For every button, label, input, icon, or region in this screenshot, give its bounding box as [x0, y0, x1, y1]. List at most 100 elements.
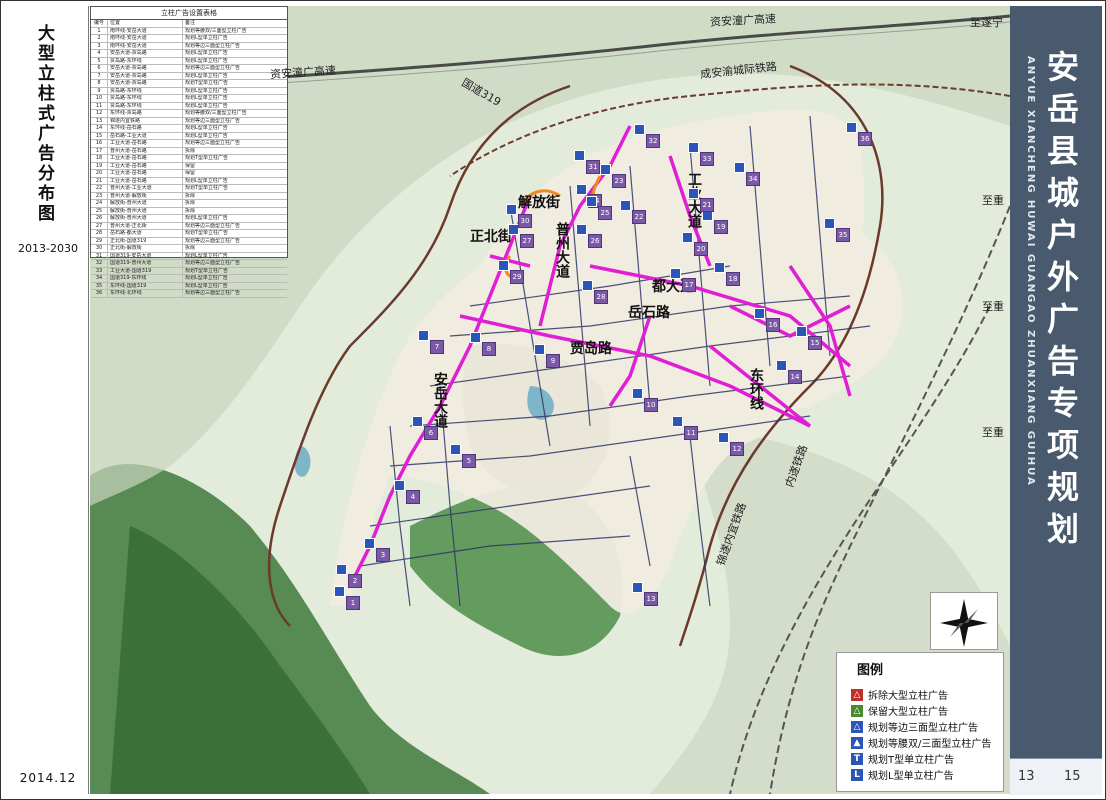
table-cell: 工业大道-岳石路: [108, 140, 183, 147]
billboard-marker: 11: [684, 426, 698, 440]
billboard-type-icon: [734, 162, 745, 173]
billboard-marker: 19: [714, 220, 728, 234]
table-cell: 普州大道-解放街: [108, 192, 183, 199]
table-cell: 国道319-东环线: [108, 275, 183, 282]
table-header: 位置: [108, 20, 183, 27]
billboard-type-icon: [672, 416, 683, 427]
table-cell: 国道319-普州大道: [108, 260, 183, 267]
billboard-marker: 4: [406, 490, 420, 504]
billboard-marker: 22: [632, 210, 646, 224]
billboard-type-icon: [576, 184, 587, 195]
billboard-type-icon: [634, 124, 645, 135]
table-cell: 32: [91, 260, 108, 267]
billboard-marker: 25: [598, 206, 612, 220]
left-title-panel: 大型立柱式广告分布图 2013-2030 2014.12: [4, 6, 89, 794]
table-cell: 南环线-安岳大道: [108, 27, 183, 34]
to-chongqing-label: 至重: [982, 194, 1004, 207]
table-row: 3 南环线-安岳大道 规划等边三面型立柱广告: [91, 42, 287, 50]
table-cell: 25: [91, 207, 108, 214]
table-row: 30 正北街-解放街 拆除: [91, 245, 287, 253]
table-row: 4 安岳大道-贾岛路 规划L型单立柱广告: [91, 50, 287, 58]
billboard-type-icon: [824, 218, 835, 229]
legend-label: 拆除大型立柱广告: [868, 691, 948, 702]
billboard-type-icon: [470, 332, 481, 343]
table-cell: 规划T型单立柱广告: [185, 155, 229, 161]
table-cell: 26: [91, 215, 108, 222]
title-char: 城: [1046, 174, 1079, 212]
table-cell: 解放街-普州大道: [108, 215, 183, 222]
table-row: 18 工业大道-岳石路 规划T型单立柱广告: [91, 155, 287, 163]
billboard-marker: 12: [730, 442, 744, 456]
planning-period: 2013-2030: [18, 242, 78, 255]
table-cell: 19: [91, 162, 108, 169]
table-cell: 规划等边三面型立柱广告: [185, 222, 241, 229]
legend-label: 规划L型单立柱广告: [868, 771, 954, 782]
table-body: 1 南环线-安岳大道 规划等腰双/三面型立柱广告 2 南环线-安岳大道 规划L型单立柱广告…: [91, 27, 287, 298]
to-chongqing-label: 至重: [982, 426, 1004, 439]
table-cell: 9: [91, 87, 108, 94]
billboard-type-icon: [418, 330, 429, 341]
table-cell: 规划L型单立柱广告: [185, 252, 228, 259]
billboard-type-icon: [754, 308, 765, 319]
table-cell: 36: [91, 290, 108, 297]
table-cell: 1: [91, 27, 108, 34]
table-row: 34 国道319-东环线 规划L型单立柱广告: [91, 275, 287, 283]
table-row: 26 解放街-普州大道 规划L型单立柱广告: [91, 215, 287, 223]
billboard-marker: 8: [482, 342, 496, 356]
table-cell: 贾岛路-东环线: [108, 95, 183, 102]
billboard-marker: 16: [766, 318, 780, 332]
title-char: 项: [1046, 426, 1079, 464]
table-cell: 21: [91, 177, 108, 184]
table-cell: 10: [91, 95, 108, 102]
billboard-marker: 21: [700, 198, 714, 212]
title-pinyin: ANYUE XIANCHENG HUWAI GUANGAO ZHUANXIANG…: [1025, 56, 1036, 487]
billboard-type-icon: [336, 564, 347, 575]
billboard-marker: 10: [644, 398, 658, 412]
table-caption: 立柱广告设置表格: [91, 7, 287, 20]
billboard-type-icon: [620, 200, 631, 211]
table-row: 1 南环线-安岳大道 规划等腰双/三面型立柱广告: [91, 27, 287, 35]
billboard-type-icon: [714, 262, 725, 273]
table-cell: 规划L型单立柱广告: [185, 282, 228, 289]
equilateral-triangle-icon: △: [851, 720, 863, 733]
north-arrow: [930, 592, 998, 650]
road-label-jiefang: 解放街: [518, 195, 560, 211]
table-row: 21 工业大道-岳石路 规划L型单立柱广告: [91, 177, 287, 185]
table-cell: 东环线-国道319: [108, 282, 183, 289]
billboard-marker: 18: [726, 272, 740, 286]
title-char: 告: [1046, 342, 1079, 380]
page-current: 13: [1018, 769, 1035, 784]
legend-item: △ 拆除大型立柱广告: [851, 687, 948, 702]
billboard-marker: 2: [348, 574, 362, 588]
table-cell: 31: [91, 252, 108, 259]
table-cell: 16: [91, 140, 108, 147]
table-cell: 拆除: [185, 207, 196, 214]
table-row: 33 工业大道-国道319 规划T型单立柱广告: [91, 267, 287, 275]
l-shape-icon: L: [851, 768, 863, 781]
billboard-type-icon: [576, 224, 587, 235]
table-cell: 安岳大道-贾岛路: [108, 80, 183, 87]
billboard-type-icon: [688, 188, 699, 199]
billboard-marker: 36: [858, 132, 872, 146]
billboard-type-icon: [586, 196, 597, 207]
billboard-marker: 32: [646, 134, 660, 148]
table-cell: 17: [91, 147, 108, 154]
table-header: 编号: [91, 20, 108, 27]
table-cell: 国道319-安岳大道: [108, 252, 183, 259]
billboard-marker: 26: [588, 234, 602, 248]
title-char: 安: [1046, 48, 1079, 86]
table-cell: 工业大道-国道319: [108, 267, 183, 274]
table-cell: 保留: [185, 162, 196, 169]
billboard-type-icon: [776, 360, 787, 371]
table-cell: 普州大道-正北街: [108, 222, 183, 229]
isosceles-triangle-icon: ▲: [851, 736, 863, 749]
table-cell: 规划等边三面型立柱广告: [185, 237, 241, 244]
billboard-type-icon: [394, 480, 405, 491]
table-cell: 规划T型单立柱广告: [185, 267, 229, 274]
table-cell: 正北街-解放街: [108, 245, 183, 252]
billboard-marker: 3: [376, 548, 390, 562]
table-row: 14 东环线-岳石路 规划L型单立柱广告: [91, 125, 287, 133]
legend-item: T 规划T型单立柱广告: [851, 751, 954, 766]
table-cell: 35: [91, 282, 108, 289]
table-row: 27 普州大道-正北街 规划等边三面型立柱广告: [91, 222, 287, 230]
